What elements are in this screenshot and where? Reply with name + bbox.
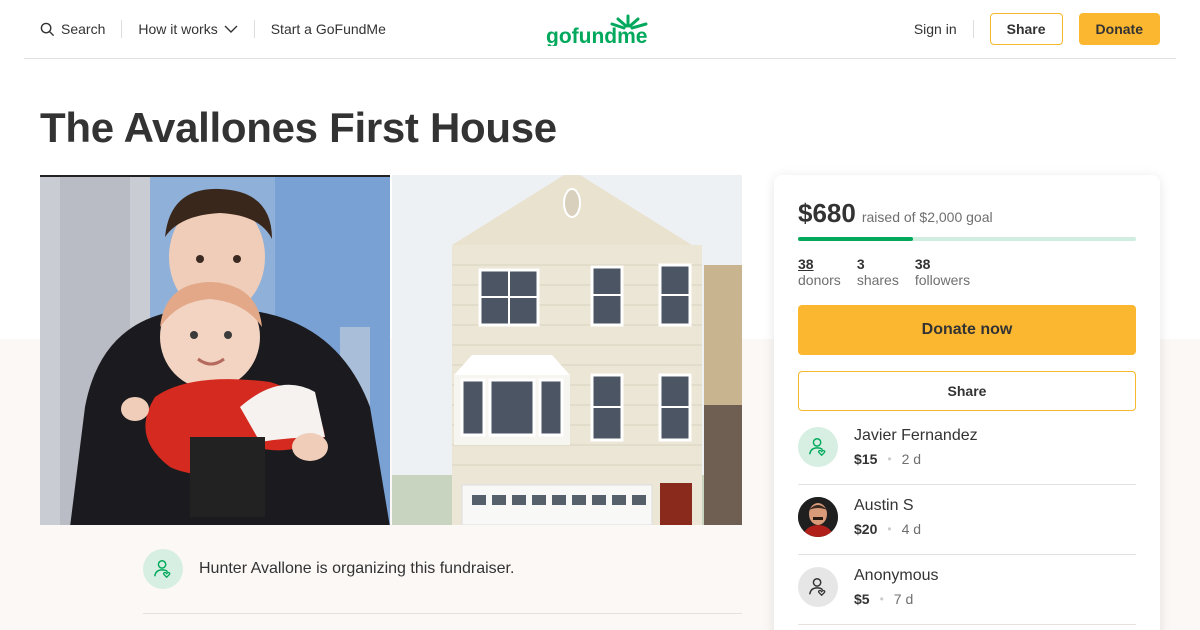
donor-name: Javier Fernandez xyxy=(854,427,978,444)
stat-shares-label: shares xyxy=(856,272,899,288)
organizer-avatar xyxy=(143,549,183,589)
stat-donors[interactable]: 38 donors xyxy=(798,256,841,288)
campaign-photo-family[interactable] xyxy=(40,175,390,525)
donor-avatar xyxy=(798,427,838,467)
donor-time: 2 d xyxy=(901,451,922,467)
donor-time: 7 d xyxy=(893,591,914,607)
separator-dot: • xyxy=(887,452,892,466)
how-it-works-label: How it works xyxy=(138,21,218,37)
header-share-button[interactable]: Share xyxy=(989,13,1063,45)
nav-divider xyxy=(253,20,255,38)
campaign-title: The Avallones First House xyxy=(40,104,557,151)
organizer-text: Hunter Avallone is organizing this fundr… xyxy=(199,560,515,577)
gofundme-logo[interactable]: gofundme xyxy=(546,12,656,48)
search-label: Search xyxy=(61,21,106,37)
donor-name: Austin S xyxy=(854,497,914,514)
separator-dot: • xyxy=(887,522,892,536)
logo-wordmark: gofundme xyxy=(546,25,647,46)
separator-dot: • xyxy=(879,592,884,606)
donation-card: $680 raised of $2,000 goal 38 donors 3 s… xyxy=(774,175,1160,630)
search-icon xyxy=(40,22,55,36)
share-button[interactable]: Share xyxy=(798,371,1136,411)
donor-amount: $5 xyxy=(854,591,870,607)
stat-followers: 38 followers xyxy=(915,256,970,288)
header-donate-button[interactable]: Donate xyxy=(1078,13,1160,45)
person-heart-icon xyxy=(809,438,826,457)
donor-amount: $15 xyxy=(854,451,878,467)
search-link[interactable]: Search xyxy=(40,21,105,37)
donor-list-item: Javier Fernandez $15 • 2 d xyxy=(798,427,1136,497)
stat-shares-count: 3 xyxy=(856,256,865,272)
donor-time: 4 d xyxy=(901,521,922,537)
donor-divider xyxy=(798,554,1136,555)
start-gofundme-link[interactable]: Start a GoFundMe xyxy=(271,21,386,37)
donate-now-button[interactable]: Donate now xyxy=(798,305,1136,355)
donor-list-item: Anonymous $5 • 7 d xyxy=(798,567,1136,630)
donor-name: Anonymous xyxy=(854,567,939,584)
progress-bar-fill xyxy=(798,237,913,241)
campaign-photo-house[interactable] xyxy=(392,175,742,525)
organizer-divider xyxy=(143,613,742,614)
donor-list-item: Austin S $20 • 4 d xyxy=(798,497,1136,567)
person-heart-icon xyxy=(809,578,826,597)
nav-divider xyxy=(121,20,123,38)
raised-amount: $680 xyxy=(798,198,856,228)
organizer-row: Hunter Avallone is organizing this fundr… xyxy=(143,549,514,589)
start-gofundme-label: Start a GoFundMe xyxy=(270,21,386,37)
nav-divider xyxy=(972,20,974,38)
raised-summary: $680 raised of $2,000 goal xyxy=(798,198,993,229)
stat-followers-count: 38 xyxy=(914,256,931,272)
stat-donors-label: donors xyxy=(798,272,841,288)
stat-shares: 3 shares xyxy=(857,256,899,288)
donor-divider xyxy=(798,484,1136,485)
donor-divider xyxy=(798,624,1136,625)
person-heart-icon xyxy=(154,560,171,579)
sign-in-link[interactable]: Sign in xyxy=(914,21,957,37)
stat-followers-label: followers xyxy=(914,272,971,288)
campaign-stats: 38 donors 3 shares 38 followers xyxy=(798,256,970,288)
chevron-down-icon xyxy=(224,25,238,33)
goal-text: raised of $2,000 goal xyxy=(861,209,993,225)
donor-amount: $20 xyxy=(854,521,878,537)
donor-avatar xyxy=(798,567,838,607)
stat-donors-count: 38 xyxy=(798,256,814,272)
donor-avatar-photo xyxy=(798,497,838,537)
top-navigation: Search How it works Start a GoFundMe gof… xyxy=(24,0,1176,59)
progress-bar xyxy=(798,237,1136,241)
how-it-works-dropdown[interactable]: How it works xyxy=(138,21,238,37)
